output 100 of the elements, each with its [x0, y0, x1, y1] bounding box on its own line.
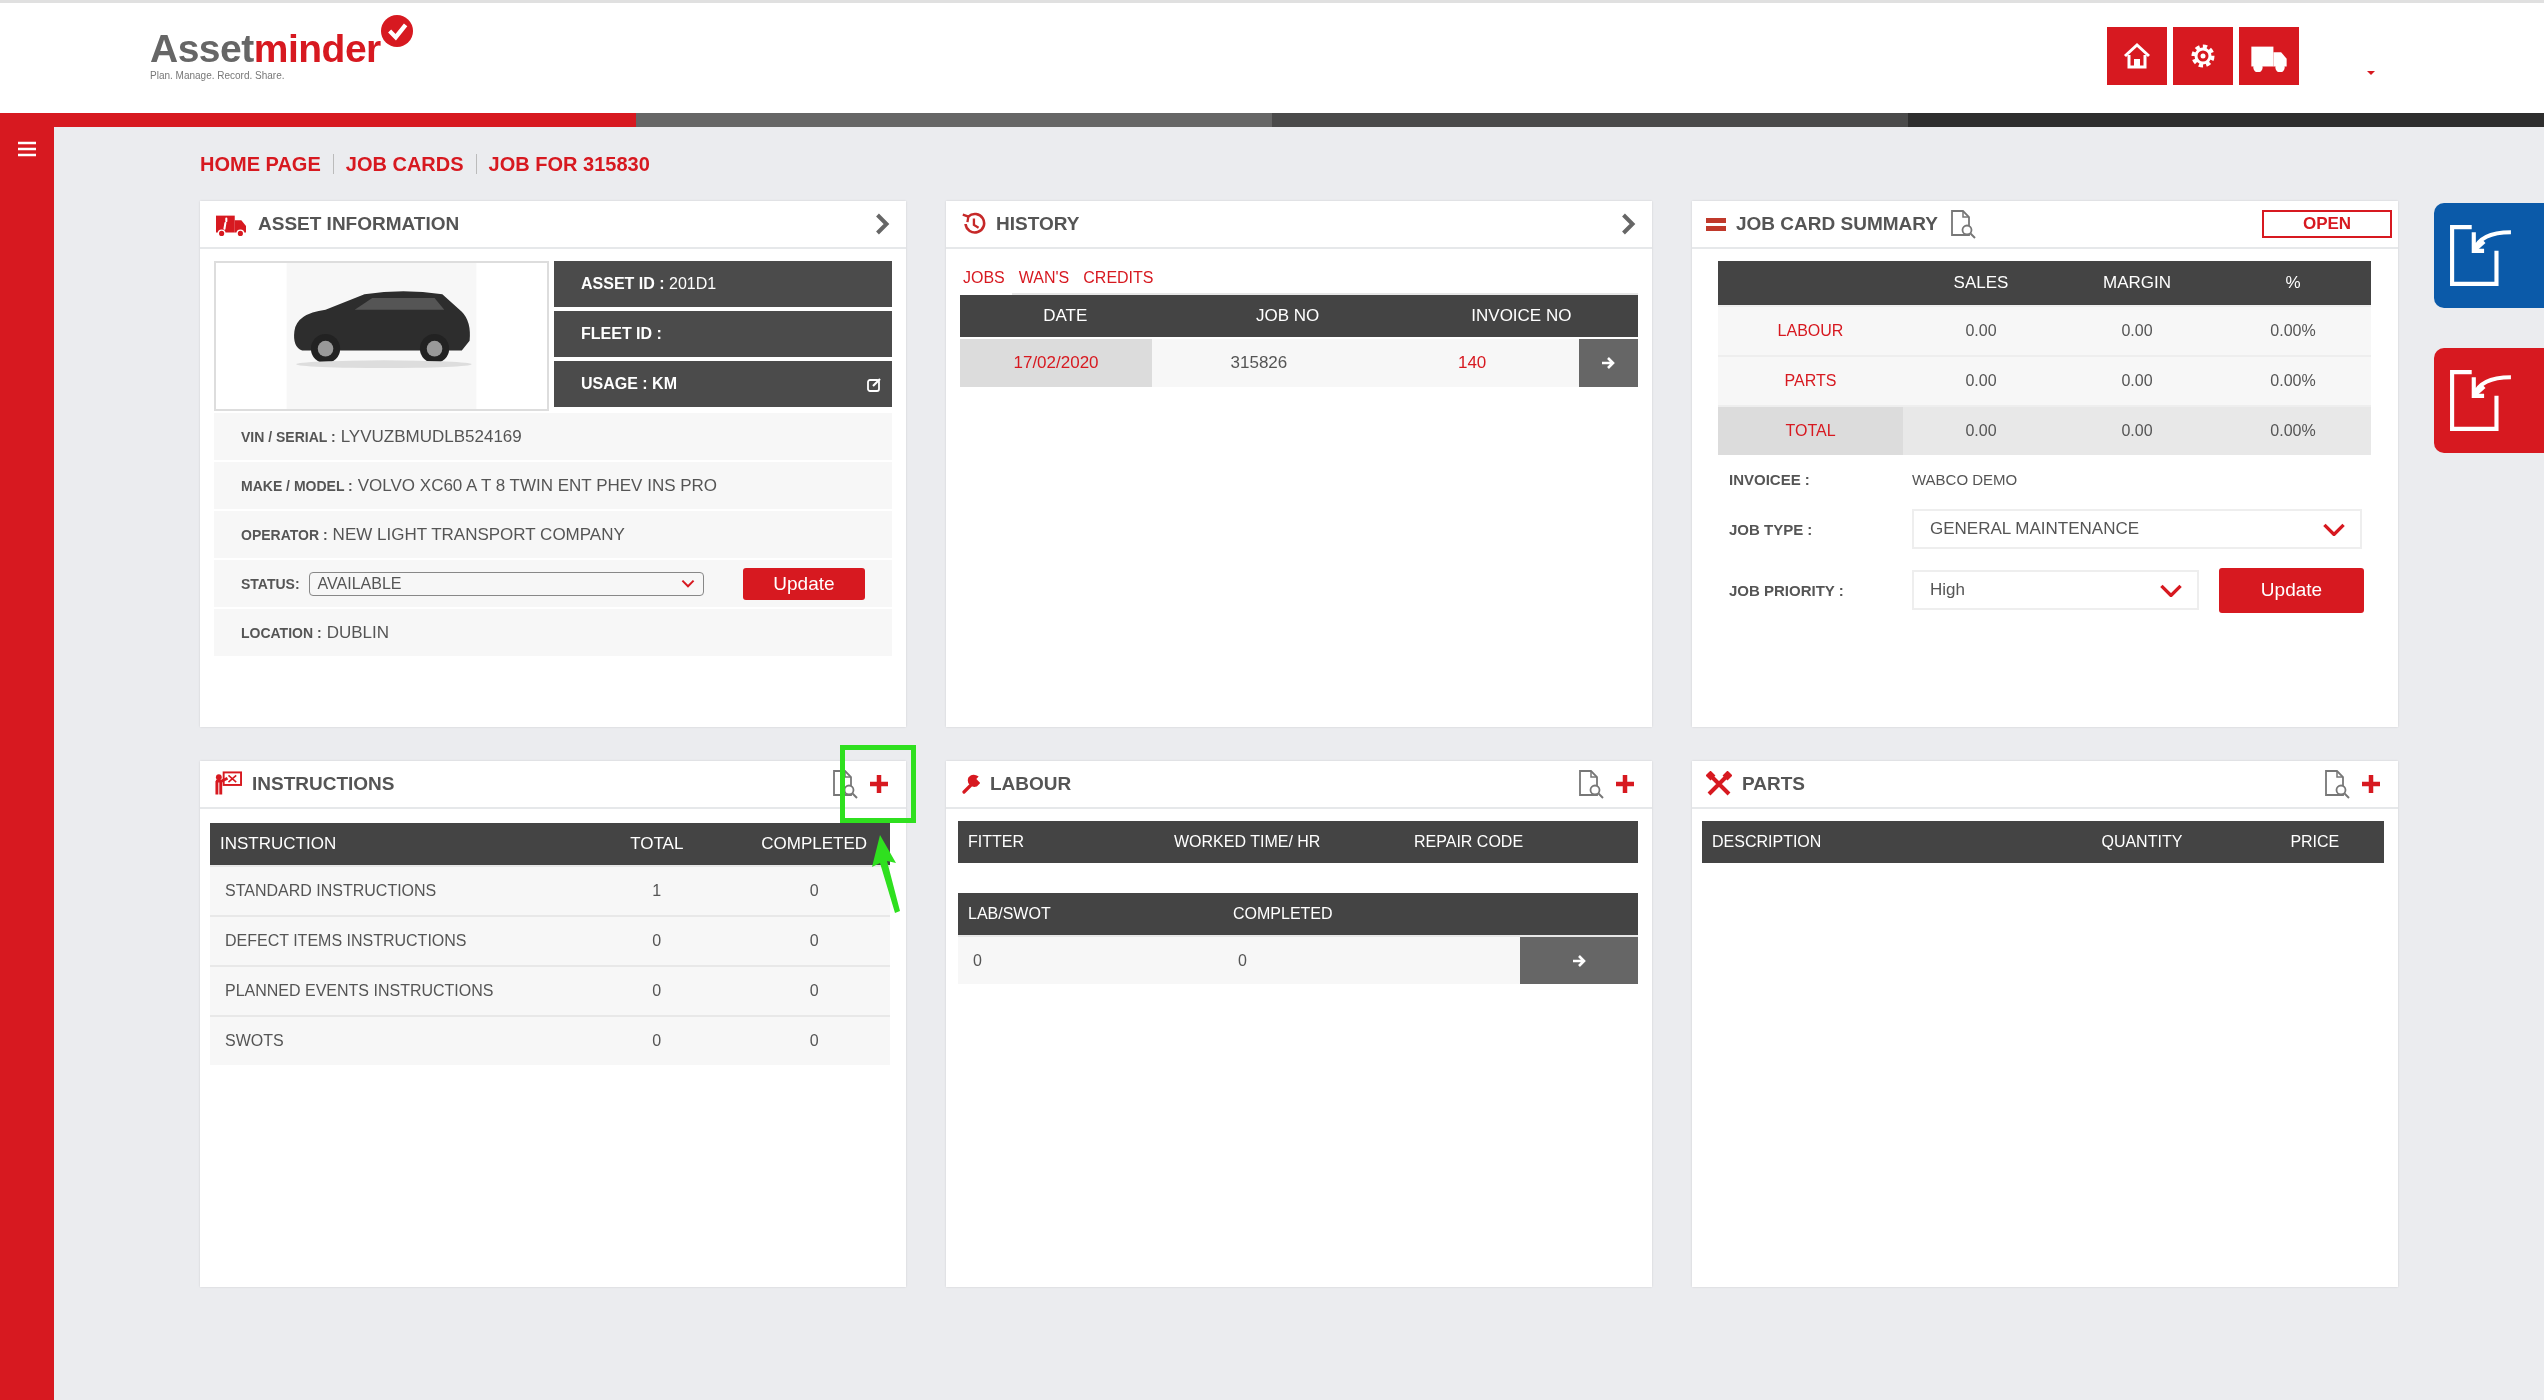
table-cell-text: SWOTS: [224, 1032, 285, 1050]
table-cell-text: DEFECT ITEMS INSTRUCTIONS: [224, 932, 468, 950]
table-cell-text: 0: [1237, 951, 1248, 970]
history-tab[interactable]: JOBS: [960, 269, 1012, 295]
column-header: COMPLETED: [1232, 905, 1334, 923]
table-cell-text: 0.00: [1964, 322, 1998, 340]
column-header: QUANTITY: [2100, 833, 2184, 851]
home-button[interactable]: [2107, 27, 2167, 85]
menu-icon: [18, 141, 36, 157]
breadcrumb-link[interactable]: JOB CARDS: [345, 152, 464, 176]
table-cell-text: 315826: [1229, 353, 1289, 373]
arrow-right-icon: [1571, 952, 1587, 969]
chevron-right-icon[interactable]: [874, 213, 890, 235]
menu-icon: [1706, 217, 1726, 231]
panel-title: JOB CARD SUMMARY: [1736, 213, 1938, 235]
external-link-icon: [2448, 368, 2514, 433]
column-header: DESCRIPTION: [1711, 833, 1823, 851]
document-search-icon[interactable]: [1576, 769, 1604, 799]
table-cell-text: 0.00: [2120, 422, 2154, 440]
dropdown-caret-icon[interactable]: [2367, 71, 2375, 75]
field-label: MAKE / MODEL :: [241, 477, 353, 494]
field-label: JOB PRIORITY :: [1729, 581, 1845, 599]
table-cell-text: 0.00%: [2269, 422, 2317, 440]
breadcrumb-link[interactable]: HOME PAGE: [200, 152, 321, 176]
panel-title: PARTS: [1742, 773, 1805, 795]
table-cell-text: 0: [972, 951, 983, 970]
field-label: LOCATION :: [241, 624, 322, 641]
table-cell-text: STANDARD INSTRUCTIONS: [224, 882, 438, 900]
panel-title: LABOUR: [990, 773, 1072, 795]
table-cell-text: PLANNED EVENTS INSTRUCTIONS: [224, 982, 495, 1000]
panel-title: HISTORY: [996, 213, 1080, 235]
logo-text: Assetminder: [150, 29, 413, 68]
column-header: REPAIR CODE: [1413, 833, 1525, 851]
field-value: DUBLIN: [326, 622, 389, 643]
table-cell-text: PARTS: [1783, 372, 1838, 390]
logo-tagline: Plan. Manage. Record. Share.: [150, 70, 286, 81]
field-label: STATUS:: [241, 575, 300, 592]
table-cell-text: 0.00: [2120, 372, 2154, 390]
table-cell-text: 1: [651, 882, 663, 900]
field-label: OPERATOR :: [241, 526, 328, 543]
column-header: DATE: [1042, 306, 1089, 326]
column-header: FITTER: [967, 833, 1025, 851]
chevron-right-icon[interactable]: [1620, 213, 1636, 235]
document-search-icon[interactable]: [2322, 769, 2350, 799]
panel-title: INSTRUCTIONS: [252, 773, 395, 795]
update-button[interactable]: Update: [2219, 567, 2364, 613]
edit-icon[interactable]: [867, 376, 882, 392]
breadcrumb-link[interactable]: JOB FOR 315830: [488, 152, 650, 176]
column-header: INVOICE NO: [1470, 306, 1573, 326]
table-cell-text: 0: [808, 882, 820, 900]
job-type-dropdown[interactable]: GENERAL MAINTENANCE: [1912, 509, 2362, 549]
wrench-icon: [960, 774, 980, 794]
open-button[interactable]: [1578, 339, 1638, 387]
column-header: SALES: [1952, 273, 2010, 293]
export-button[interactable]: [2434, 203, 2544, 308]
table-cell-text: 140: [1456, 353, 1488, 373]
table-cell-text: 0: [808, 982, 820, 1000]
table-cell-text: 0.00: [1964, 422, 1998, 440]
field-label: VIN / SERIAL :: [241, 428, 336, 445]
table-cell-text: 0: [808, 1032, 820, 1050]
chevron-down-icon[interactable]: [2159, 582, 2183, 598]
home-icon[interactable]: [2121, 40, 2153, 72]
update-button[interactable]: Update: [742, 567, 865, 600]
checkmark-icon: [380, 15, 413, 47]
column-header: %: [2284, 273, 2302, 293]
add-icon[interactable]: [2360, 773, 2382, 795]
history-icon: [960, 211, 986, 237]
asset-id-field: ASSET ID : 201D1: [581, 275, 717, 293]
column-header: PRICE: [2289, 833, 2341, 851]
table-cell-text: 0.00: [2120, 322, 2154, 340]
status-dropdown[interactable]: AVAILABLE: [308, 571, 704, 596]
column-header: INSTRUCTION: [219, 834, 338, 854]
crossed-tools-icon: [1706, 771, 1732, 797]
table-cell-text: 0: [808, 932, 820, 950]
vehicle-info-button[interactable]: [2239, 27, 2299, 85]
menu-button[interactable]: [18, 139, 36, 159]
settings-button[interactable]: [2173, 27, 2233, 85]
document-search-icon[interactable]: [830, 769, 858, 799]
add-icon[interactable]: [868, 773, 890, 795]
field-value: NEW LIGHT TRANSPORT COMPANY: [332, 524, 625, 545]
field-label: JOB TYPE :: [1729, 520, 1814, 538]
import-button[interactable]: [2434, 348, 2544, 453]
column-header: JOB NO: [1255, 306, 1321, 326]
field-label: INVOICEE :: [1729, 470, 1811, 488]
add-icon[interactable]: [1614, 773, 1636, 795]
table-cell-text: 0: [651, 1032, 663, 1050]
status-badge: OPEN: [2262, 210, 2392, 238]
table-cell: TOTAL: [1718, 407, 1903, 455]
arrow-right-icon: [1600, 355, 1617, 371]
asset-id-field: FLEET ID :: [581, 325, 662, 343]
column-header: WORKED TIME/ HR: [1173, 833, 1322, 851]
external-link-icon: [2448, 223, 2514, 288]
table-cell: 17/02/2020: [960, 339, 1153, 387]
job-priority-dropdown[interactable]: High: [1912, 570, 2199, 610]
chevron-down-icon[interactable]: [2322, 521, 2346, 537]
chevron-down-icon[interactable]: [680, 579, 695, 588]
column-header: MARGIN: [2102, 273, 2172, 293]
table-cell-text: 0: [651, 932, 663, 950]
field-value: LYVUZBMUDLB524169: [340, 426, 522, 447]
field-value: VOLVO XC60 A T 8 TWIN ENT PHEV INS PRO: [357, 475, 718, 496]
